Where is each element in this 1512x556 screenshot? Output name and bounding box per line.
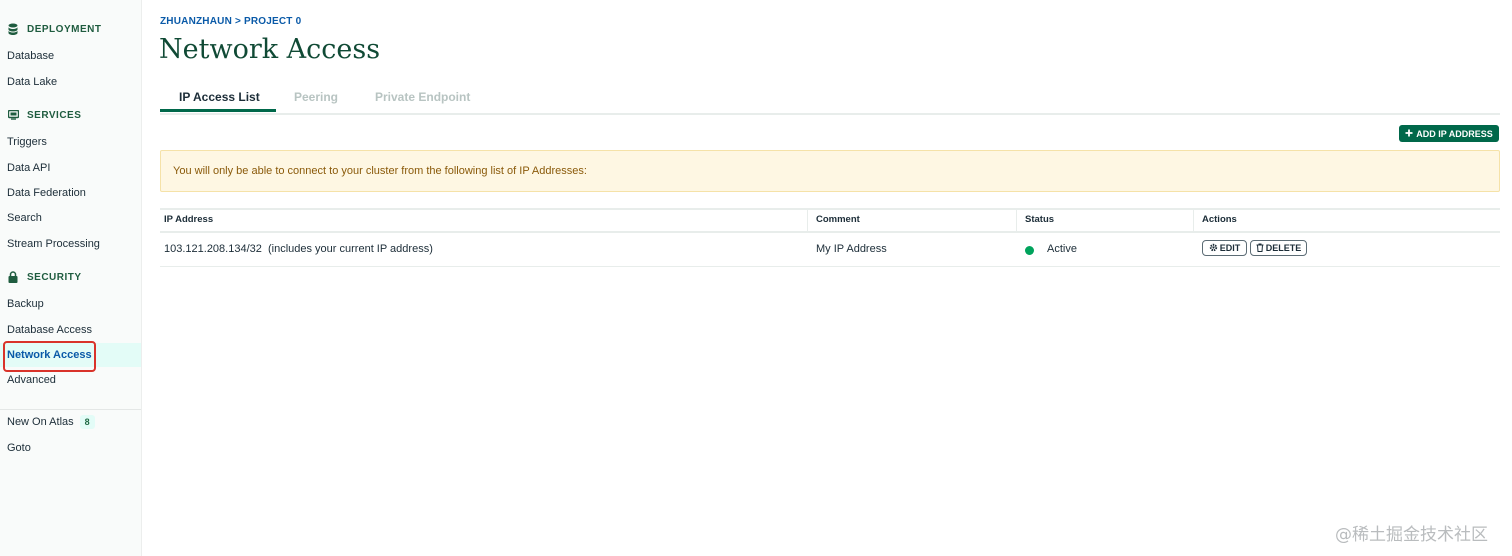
watermark: @稀土掘金技术社区 [1335,525,1488,545]
column-separator [1193,210,1194,231]
column-header-status: Status [1025,214,1055,225]
annotation-highlight-box [3,341,96,372]
section-security: SECURITY [7,269,82,285]
sidebar-item-data-federation[interactable]: Data Federation [0,181,141,205]
gear-icon [1209,243,1218,254]
active-tab-indicator [160,109,276,112]
trash-icon [1256,243,1264,254]
sidebar-item-goto[interactable]: Goto [0,436,141,460]
status-cell: Active [1047,243,1077,255]
status-dot-icon [1025,246,1034,255]
sidebar-item-search[interactable]: Search [0,206,141,230]
section-title: DEPLOYMENT [27,23,102,35]
add-ip-address-button[interactable]: ADD IP ADDRESS [1399,125,1499,142]
comment-cell: My IP Address [816,243,887,255]
sidebar-item-triggers[interactable]: Triggers [0,130,141,154]
page-title: Network Access [159,34,381,65]
add-ip-address-label: ADD IP ADDRESS [1416,128,1493,139]
sidebar-item-new-on-atlas[interactable]: New On Atlas 8 [0,410,141,434]
lock-icon [7,271,19,283]
edit-button[interactable]: EDIT [1202,240,1247,256]
ip-access-table: IP Address Comment Status Actions 103.12… [160,208,1500,267]
table-row: 103.121.208.134/32 (includes your curren… [160,233,1500,267]
column-header-ip-address: IP Address [164,214,214,225]
sidebar-item-data-api[interactable]: Data API [0,156,141,180]
tab-peering[interactable]: Peering [294,90,338,104]
section-title: SERVICES [27,109,82,121]
info-banner: You will only be able to connect to your… [160,150,1500,192]
delete-button[interactable]: DELETE [1250,240,1307,256]
sidebar-item-stream-processing[interactable]: Stream Processing [0,232,141,256]
section-title: SECURITY [27,271,82,283]
section-deployment: DEPLOYMENT [7,21,101,37]
sidebar-item-database[interactable]: Database [0,44,141,68]
section-services: SERVICES [7,107,81,123]
sidebar-item-data-lake[interactable]: Data Lake [0,70,141,94]
services-icon [7,109,19,121]
column-header-comment: Comment [816,214,860,225]
tab-ip-access-list[interactable]: IP Access List [179,90,260,104]
delete-label: DELETE [1265,243,1302,253]
table-header: IP Address Comment Status Actions [160,208,1500,233]
sidebar-item-backup[interactable]: Backup [0,292,141,316]
new-on-atlas-label: New On Atlas [7,416,74,428]
breadcrumb[interactable]: ZHUANZHAUN > PROJECT 0 [160,16,301,27]
column-separator [807,210,808,231]
edit-label: EDIT [1219,243,1241,253]
tab-private-endpoint[interactable]: Private Endpoint [375,90,470,104]
new-count-badge: 8 [79,415,95,429]
plus-icon [1405,129,1413,139]
sidebar: DEPLOYMENT Database Data Lake SERVICES T… [0,0,142,556]
database-stack-icon [7,23,19,35]
column-header-actions: Actions [1202,214,1237,225]
tab-bar: IP Access List Peering Private Endpoint [160,86,1500,115]
ip-address-cell: 103.121.208.134/32 (includes your curren… [164,243,433,255]
sidebar-item-database-access[interactable]: Database Access [0,318,141,342]
column-separator [1016,210,1017,231]
